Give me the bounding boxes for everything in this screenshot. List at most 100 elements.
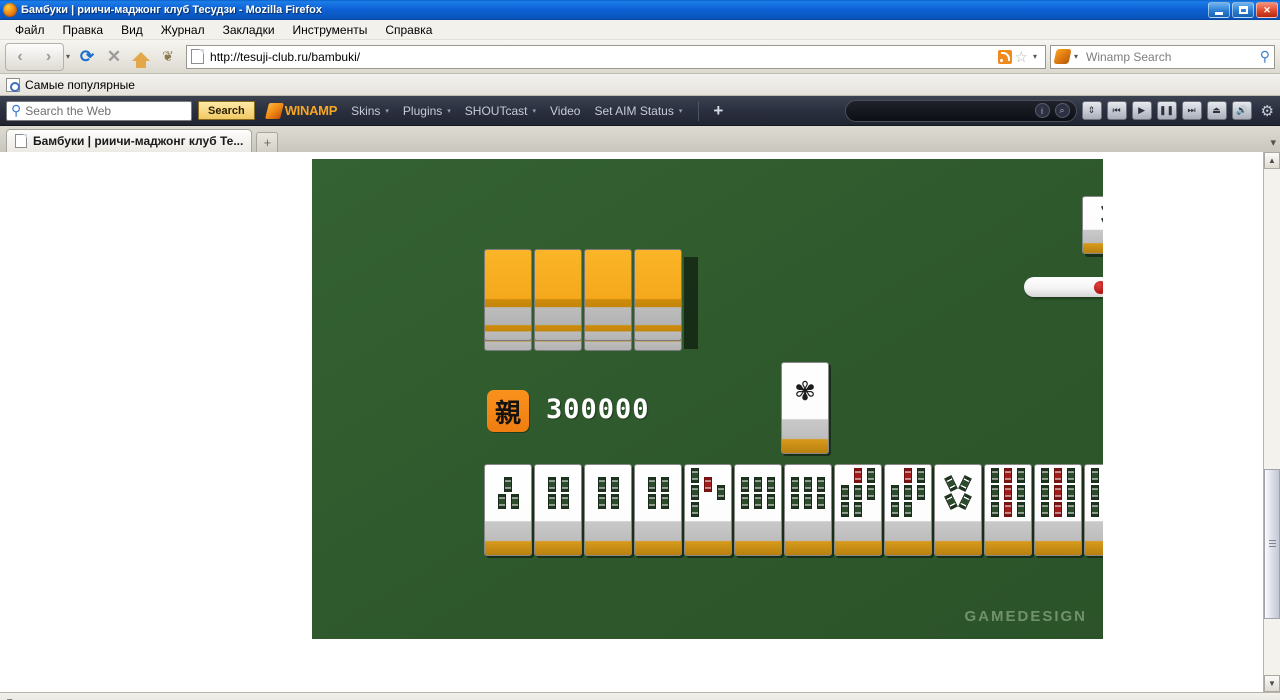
winamp-add-button[interactable]: + — [698, 100, 723, 121]
pause-icon[interactable]: ❚❚ — [1156, 101, 1177, 120]
menu-tools[interactable]: Инструменты — [284, 21, 377, 39]
hand-tile[interactable] — [784, 464, 832, 556]
bamboo-pip-icon — [660, 493, 669, 509]
tile-face — [735, 465, 781, 521]
winamp-search-button[interactable]: Search — [198, 101, 255, 120]
browser-content: 親 300000 ✾ GAMEDESIGN ▲ ▼ — [0, 152, 1280, 692]
forward-button[interactable]: › — [34, 42, 64, 71]
menu-history[interactable]: Журнал — [152, 21, 214, 39]
search-icon[interactable]: ⚲ — [1260, 48, 1270, 65]
minimize-button[interactable] — [1208, 2, 1230, 18]
chevron-down-icon[interactable]: ▾ — [1033, 52, 1037, 61]
wall-tile-back[interactable] — [634, 249, 682, 341]
star-icon[interactable]: ☆ — [1015, 48, 1028, 66]
chevron-down-icon[interactable]: ▾ — [1074, 52, 1078, 61]
volume-icon[interactable]: 🔊 — [1231, 101, 1252, 120]
restore-button[interactable] — [1232, 2, 1254, 18]
bamboo-pip-icon — [497, 493, 506, 509]
gear-icon[interactable]: ⚙ — [1261, 102, 1274, 120]
back-button[interactable]: ‹ — [5, 42, 35, 71]
previous-icon[interactable]: ⏮ — [1106, 101, 1127, 120]
hand-tile[interactable] — [684, 464, 732, 556]
next-icon[interactable]: ⏭ — [1181, 101, 1202, 120]
menu-bookmarks[interactable]: Закладки — [214, 21, 284, 39]
player-hand[interactable] — [484, 464, 1103, 556]
menu-file[interactable]: Файл — [6, 21, 54, 39]
winamp-menu-shoutcast-label: SHOUTcast — [464, 103, 528, 118]
bamboo-pip-icon — [597, 476, 606, 492]
discard-tile[interactable] — [1082, 196, 1103, 254]
winamp-menu-skins[interactable]: Skins ▾ — [351, 104, 389, 118]
wall-shadow — [684, 257, 698, 349]
list-all-tabs-icon[interactable]: ▾ — [1270, 136, 1276, 149]
bamboo-pip-icon — [1004, 502, 1012, 518]
tab-bambuki[interactable]: Бамбуки | риичи-маджонг клуб Те... — [6, 129, 253, 152]
wall-tile-back[interactable] — [584, 249, 632, 341]
feed-button[interactable]: ❦ — [155, 44, 181, 70]
bookmark-item-most-visited[interactable]: Самые популярные — [25, 78, 135, 92]
hand-tile[interactable] — [884, 464, 932, 556]
bamboo-pip-icon — [1054, 468, 1062, 484]
bamboo-pip-icon — [547, 493, 556, 509]
play-icon[interactable]: ▶ — [1131, 101, 1152, 120]
tile-face — [685, 465, 731, 521]
winamp-menu-shoutcast[interactable]: SHOUTcast ▾ — [465, 104, 536, 118]
tile-pips — [497, 476, 519, 509]
new-tab-button[interactable]: + — [256, 132, 279, 152]
bamboo-pip-icon — [854, 468, 862, 484]
winamp-menu-video[interactable]: Video — [550, 104, 580, 118]
wall-tile-back[interactable] — [484, 249, 532, 341]
winamp-menu-plugins[interactable]: Plugins ▾ — [403, 104, 451, 118]
scrollbar-thumb[interactable] — [1264, 469, 1280, 619]
hand-tile[interactable] — [584, 464, 632, 556]
rss-icon[interactable] — [997, 49, 1012, 64]
winamp-menu-aim-label: Set AIM Status — [594, 103, 674, 118]
info-icon[interactable]: i — [1034, 103, 1050, 118]
search-icon[interactable]: ⌕ — [1054, 103, 1070, 118]
bamboo-pip-icon — [904, 468, 912, 484]
eject-icon[interactable]: ⏏ — [1206, 101, 1227, 120]
hand-tile[interactable] — [634, 464, 682, 556]
menu-view[interactable]: Вид — [112, 21, 152, 39]
hand-tile[interactable] — [534, 464, 582, 556]
riichi-stick[interactable] — [1024, 277, 1103, 297]
wall-tile-back[interactable] — [534, 249, 582, 341]
bamboo-pip-icon — [841, 502, 849, 518]
chevron-down-icon[interactable]: ▾ — [66, 52, 70, 61]
hand-tile[interactable] — [834, 464, 882, 556]
bamboo-pip-icon — [791, 476, 799, 492]
scroll-up-button[interactable]: ▲ — [1264, 152, 1280, 169]
shuffle-icon[interactable]: ⇕ — [1081, 101, 1102, 120]
winamp-menu-set-aim-status[interactable]: Set AIM Status ▾ — [594, 104, 682, 118]
scroll-down-button[interactable]: ▼ — [1264, 675, 1280, 692]
address-bar[interactable]: http://tesuji-club.ru/bambuki/ ☆ ▾ — [186, 44, 1046, 69]
home-button[interactable] — [128, 44, 154, 70]
vertical-scrollbar[interactable]: ▲ ▼ — [1263, 152, 1280, 692]
hand-tile[interactable] — [984, 464, 1032, 556]
hand-tile[interactable] — [484, 464, 532, 556]
tile-pips — [891, 468, 925, 518]
hand-tile[interactable] — [1034, 464, 1082, 556]
bamboo-pip-icon — [741, 493, 749, 509]
close-button[interactable]: ✕ — [1256, 2, 1278, 18]
tile-pips — [944, 475, 972, 511]
chevron-down-icon: ▾ — [532, 107, 536, 115]
reload-button[interactable]: ⟳ — [74, 44, 100, 70]
tile-face — [935, 465, 981, 521]
stop-button[interactable]: ✕ — [101, 44, 127, 70]
winamp-search-box[interactable]: ▾ Winamp Search ⚲ — [1050, 44, 1275, 69]
menu-help[interactable]: Справка — [376, 21, 441, 39]
bamboo-pip-icon — [741, 476, 749, 492]
menu-edit[interactable]: Правка — [54, 21, 113, 39]
winamp-web-search-input[interactable]: ⚲ Search the Web — [6, 100, 192, 121]
mahjong-game-board[interactable]: 親 300000 ✾ GAMEDESIGN — [312, 159, 1103, 639]
tile-face — [1035, 465, 1081, 521]
scrollbar-track[interactable] — [1264, 169, 1280, 675]
bamboo-pip-icon — [917, 468, 925, 484]
drawn-tile[interactable]: ✾ — [781, 362, 829, 454]
bamboo-pip-icon — [817, 493, 825, 509]
hand-tile[interactable] — [934, 464, 982, 556]
hand-tile[interactable] — [1084, 464, 1103, 556]
hand-tile[interactable] — [734, 464, 782, 556]
tile-face: ✾ — [782, 363, 828, 419]
